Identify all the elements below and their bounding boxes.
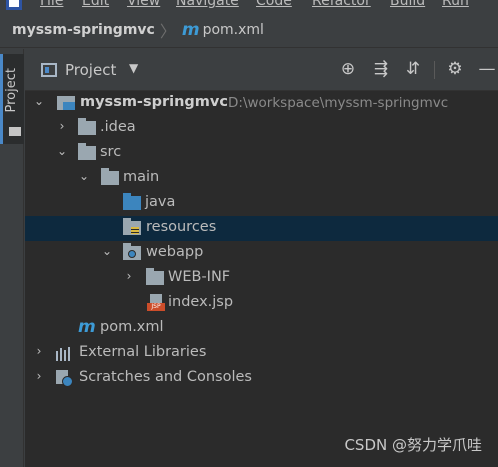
tree-label-webinf: WEB-INF — [168, 269, 231, 285]
chevron-right-icon[interactable]: › — [33, 344, 45, 358]
tree-row-external-libraries[interactable]: › External Libraries — [25, 341, 498, 366]
tree-row-main[interactable]: ⌄ main — [25, 166, 498, 191]
project-panel: Project ▼ ⊕ ⇶ ⇵ ⚙ — ⌄ myssm-springmvc D:… — [25, 49, 498, 467]
expand-arrow-icon[interactable]: ⌄ — [56, 144, 68, 158]
project-panel-header: Project ▼ ⊕ ⇶ ⇵ ⚙ — — [25, 49, 498, 91]
tree-row-idea[interactable]: › .idea — [25, 116, 498, 141]
jsp-badge: JSP — [147, 303, 165, 311]
chevron-right-icon[interactable]: › — [56, 119, 68, 133]
project-view-icon — [41, 63, 57, 77]
breadcrumb-separator: 〉 — [159, 21, 176, 41]
navigation-bar: myssm-springmvc 〉 m pom.xml — [0, 12, 498, 48]
expand-arrow-icon[interactable]: ⌄ — [33, 94, 45, 108]
menu-code[interactable]: Code — [256, 0, 292, 9]
menu-file[interactable]: File — [40, 0, 63, 9]
tree-row-java[interactable]: java — [25, 191, 498, 216]
menu-refactor[interactable]: Refactor — [312, 0, 371, 9]
scratches-icon — [56, 370, 74, 387]
tree-row-src[interactable]: ⌄ src — [25, 141, 498, 166]
tree-row-root[interactable]: ⌄ myssm-springmvc D:\workspace\myssm-spr… — [25, 91, 498, 116]
menu-run[interactable]: Run — [442, 0, 469, 9]
project-tool-tab-label: Project — [4, 68, 19, 113]
project-view-title[interactable]: Project — [65, 61, 116, 79]
watermark: CSDN @努力学爪哇 — [344, 436, 482, 454]
tree-label-src: src — [100, 144, 122, 160]
tree-label-root: myssm-springmvc — [80, 94, 228, 110]
tree-label-external-libraries: External Libraries — [79, 344, 207, 360]
breadcrumb-file[interactable]: pom.xml — [203, 22, 264, 38]
tree-row-pom[interactable]: m pom.xml — [25, 316, 498, 341]
tree-label-java: java — [145, 194, 176, 210]
tree-row-indexjsp[interactable]: JSP index.jsp — [25, 291, 498, 316]
tree-row-scratches[interactable]: › Scratches and Consoles — [25, 366, 498, 391]
folder-icon — [78, 118, 96, 135]
folder-icon — [101, 168, 119, 185]
tree-label-idea: .idea — [100, 119, 136, 135]
tree-label-resources: resources — [146, 219, 217, 235]
maven-icon: m — [78, 317, 96, 337]
web-folder-icon — [123, 243, 141, 260]
source-folder-icon — [123, 193, 141, 210]
app-logo-icon — [6, 0, 22, 10]
folder-icon — [146, 268, 164, 285]
project-tool-tab[interactable]: Project — [0, 54, 24, 144]
tree-label-pom: pom.xml — [100, 319, 164, 335]
jsp-file-icon: JSP — [147, 294, 165, 311]
expand-arrow-icon[interactable]: ⌄ — [78, 169, 90, 183]
chevron-right-icon[interactable]: › — [33, 369, 45, 383]
menu-view[interactable]: View — [127, 0, 160, 9]
tree-path-root: D:\workspace\myssm-springmvc — [228, 95, 449, 111]
collapse-all-icon[interactable]: ⇵ — [403, 59, 423, 79]
gear-icon[interactable]: ⚙ — [445, 59, 465, 79]
libraries-icon — [56, 347, 74, 361]
maven-icon: m — [181, 19, 200, 40]
menu-build[interactable]: Build — [390, 0, 425, 9]
expand-all-icon[interactable]: ⇶ — [371, 59, 391, 79]
folder-icon — [9, 127, 21, 136]
locate-file-icon[interactable]: ⊕ — [338, 59, 358, 79]
tree-label-indexjsp: index.jsp — [168, 294, 234, 310]
tree-label-scratches: Scratches and Consoles — [79, 369, 252, 385]
tree-row-resources[interactable]: resources — [25, 216, 498, 241]
toolbar-divider — [434, 61, 435, 79]
module-icon — [57, 96, 75, 110]
menu-bar: File Edit View Navigate Code Refactor Bu… — [0, 0, 498, 12]
folder-icon — [78, 143, 96, 160]
menu-navigate[interactable]: Navigate — [176, 0, 239, 9]
chevron-down-icon[interactable]: ▼ — [129, 61, 138, 75]
project-tree: ⌄ myssm-springmvc D:\workspace\myssm-spr… — [25, 91, 498, 467]
tree-label-main: main — [123, 169, 160, 185]
hide-panel-icon[interactable]: — — [477, 59, 497, 79]
tool-window-strip: Project — [0, 49, 24, 467]
menu-edit[interactable]: Edit — [82, 0, 109, 9]
resource-folder-icon — [123, 218, 141, 235]
tree-label-webapp: webapp — [146, 244, 204, 260]
tree-row-webinf[interactable]: › WEB-INF — [25, 266, 498, 291]
tree-row-webapp[interactable]: ⌄ webapp — [25, 241, 498, 266]
breadcrumb-project[interactable]: myssm-springmvc — [12, 22, 155, 38]
chevron-right-icon[interactable]: › — [123, 269, 135, 283]
expand-arrow-icon[interactable]: ⌄ — [101, 244, 113, 258]
